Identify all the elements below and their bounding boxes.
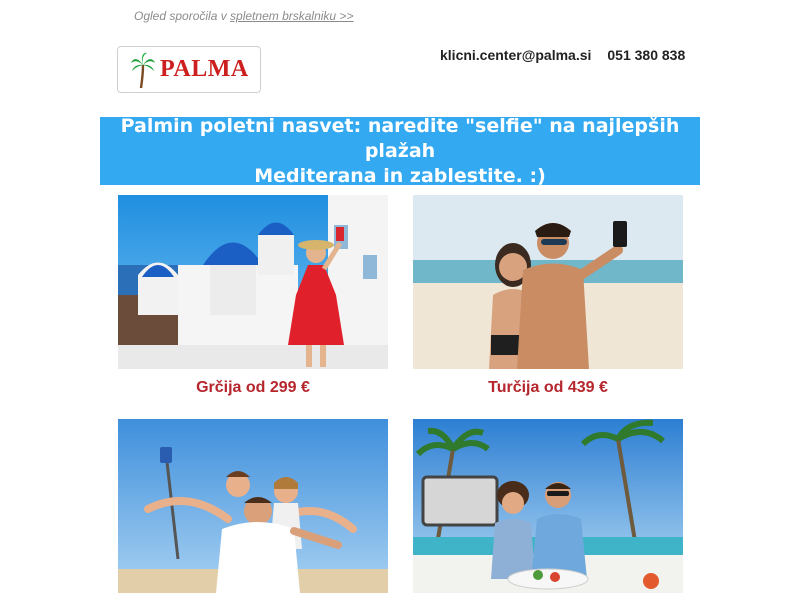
offer-image-turkey[interactable] xyxy=(413,195,683,369)
offer-image-greece[interactable] xyxy=(118,195,388,369)
offer-title-greece[interactable]: Grčija od 299 € xyxy=(118,379,388,397)
banner-line-1: Palmin poletni nasvet: naredite "selfie"… xyxy=(120,114,680,162)
preheader-text: Ogled sporočila v xyxy=(134,9,231,23)
web-view-link[interactable]: spletnem brskalniku >> xyxy=(230,9,353,23)
contact-phone[interactable]: 051 380 838 xyxy=(607,47,685,63)
banner-line-2: Mediterana in zablestite. :) xyxy=(254,164,546,187)
family-selfie-stick-image xyxy=(118,419,388,593)
offer-image-family[interactable] xyxy=(118,419,388,593)
palma-logo[interactable]: PALMA xyxy=(117,46,261,93)
offer-title-turkey[interactable]: Turčija od 439 € xyxy=(413,379,683,397)
beach-couple-selfie-image xyxy=(413,195,683,369)
offer-image-resort[interactable] xyxy=(413,419,683,593)
logo-text: PALMA xyxy=(160,56,249,82)
contact-info: klicni.center@palma.si 051 380 838 xyxy=(440,47,701,63)
promo-banner: Palmin poletni nasvet: naredite "selfie"… xyxy=(100,114,700,187)
preheader: Ogled sporočila v spletnem brskalniku >> xyxy=(134,9,353,23)
resort-couple-selfie-image xyxy=(413,419,683,593)
santorini-selfie-image xyxy=(118,195,388,369)
contact-email[interactable]: klicni.center@palma.si xyxy=(440,47,591,63)
palm-tree-icon xyxy=(131,52,155,88)
